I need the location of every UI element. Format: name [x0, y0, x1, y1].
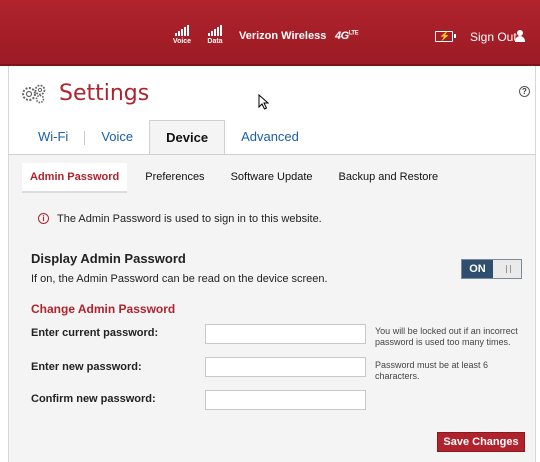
info-message: The Admin Password is used to sign in to…: [57, 213, 322, 225]
gears-icon: [22, 84, 46, 104]
page-title: Settings: [59, 81, 150, 106]
tab-voice[interactable]: Voice: [85, 120, 149, 154]
new-password-label: Enter new password:: [31, 361, 142, 373]
signal-bars-icon: [169, 24, 195, 36]
display-password-title: Display Admin Password: [31, 251, 186, 266]
save-changes-button[interactable]: Save Changes: [437, 432, 525, 452]
network-type: 4G: [335, 30, 349, 42]
subtab-admin-password[interactable]: Admin Password: [22, 163, 128, 193]
info-icon: i: [38, 213, 49, 224]
confirm-password-label: Confirm new password:: [31, 393, 156, 405]
display-password-description: If on, the Admin Password can be read on…: [31, 273, 328, 285]
user-icon[interactable]: [515, 30, 525, 42]
data-label: Data: [207, 38, 223, 45]
new-password-hint: Password must be at least 6 characters.: [375, 360, 489, 381]
change-password-title: Change Admin Password: [31, 302, 176, 316]
current-password-hint: You will be locked out if an incorrect p…: [375, 326, 518, 347]
subtab-backup-restore[interactable]: Backup and Restore: [331, 163, 447, 193]
subtab-software-update[interactable]: Software Update: [223, 163, 321, 193]
new-password-input[interactable]: [205, 357, 366, 377]
tab-device[interactable]: Device: [149, 120, 226, 154]
network-type-logo: 4GLTE: [335, 30, 359, 42]
help-icon[interactable]: ?: [519, 86, 530, 97]
data-signal-indicator: Data: [202, 24, 228, 45]
sign-out-link[interactable]: Sign Out: [470, 30, 517, 44]
current-password-input[interactable]: [205, 324, 366, 344]
toggle-on-label: ON: [462, 260, 493, 278]
signal-bars-icon: [202, 24, 228, 36]
display-password-toggle[interactable]: ON: [461, 259, 522, 279]
mouse-cursor-icon: [258, 94, 270, 110]
toggle-grip-icon: [506, 265, 511, 273]
tab-wifi[interactable]: Wi-Fi: [22, 120, 84, 154]
sub-tabs: Admin Password Preferences Software Upda…: [22, 163, 456, 193]
main-tabs: Wi-Fi Voice Device Advanced: [22, 120, 315, 154]
subtab-preferences[interactable]: Preferences: [137, 163, 212, 193]
voice-signal-indicator: Voice: [169, 24, 195, 45]
current-password-label: Enter current password:: [31, 327, 159, 339]
top-header-bar: Voice Data Verizon Wireless 4GLTE ⚡ Sign…: [0, 0, 540, 66]
battery-charging-icon: ⚡: [435, 31, 456, 42]
voice-label: Voice: [172, 38, 192, 45]
carrier-name: Verizon Wireless: [239, 30, 327, 42]
network-suffix: LTE: [348, 30, 359, 37]
tab-advanced[interactable]: Advanced: [225, 120, 315, 154]
confirm-password-input[interactable]: [205, 390, 366, 410]
